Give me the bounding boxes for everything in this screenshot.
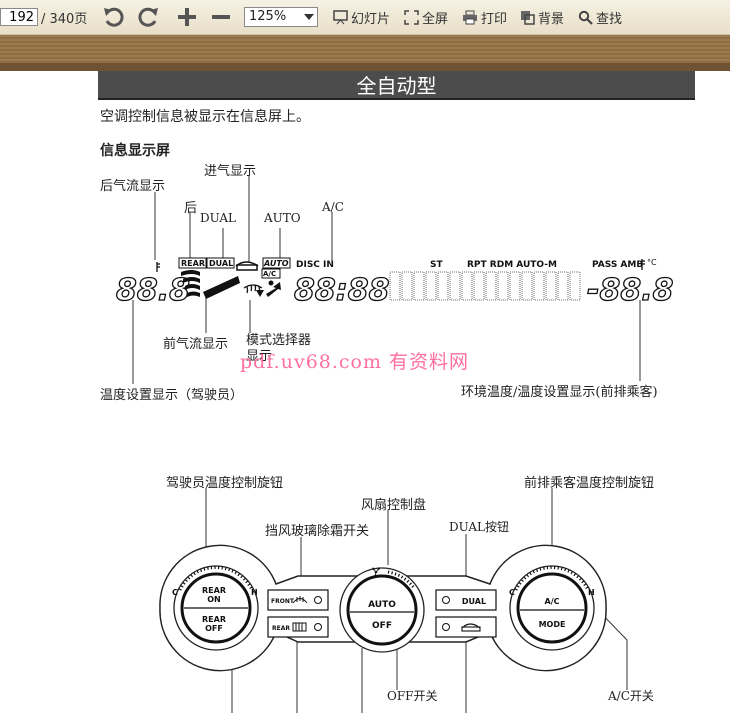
rear-defog-label: REAR: [272, 625, 290, 632]
mode-button[interactable]: MODE: [539, 620, 566, 629]
passenger-temperature-knob[interactable]: [509, 565, 595, 651]
rear-on-label-bottom: ON: [207, 595, 221, 604]
auto-button[interactable]: AUTO: [368, 600, 396, 610]
front-label: FRONT: [271, 598, 295, 605]
dual-button-label: DUAL: [462, 597, 486, 606]
right-cold-label: C: [509, 588, 515, 597]
rear-off-label-top: REAR: [202, 615, 226, 624]
driver-temperature-knob[interactable]: [173, 565, 259, 651]
control-panel-diagram: REAR ON REAR OFF C H FRONT REAR AUTO OFF…: [159, 488, 628, 713]
left-cold-label: C: [172, 588, 178, 597]
ac-button[interactable]: A/C: [545, 597, 560, 606]
right-hot-label: H: [588, 588, 595, 597]
fan-control-dial[interactable]: [339, 567, 425, 653]
off-button[interactable]: OFF: [372, 621, 392, 631]
left-hot-label: H: [251, 588, 258, 597]
rear-off-label-bottom: OFF: [205, 624, 223, 633]
rear-on-label-top: REAR: [202, 586, 226, 595]
